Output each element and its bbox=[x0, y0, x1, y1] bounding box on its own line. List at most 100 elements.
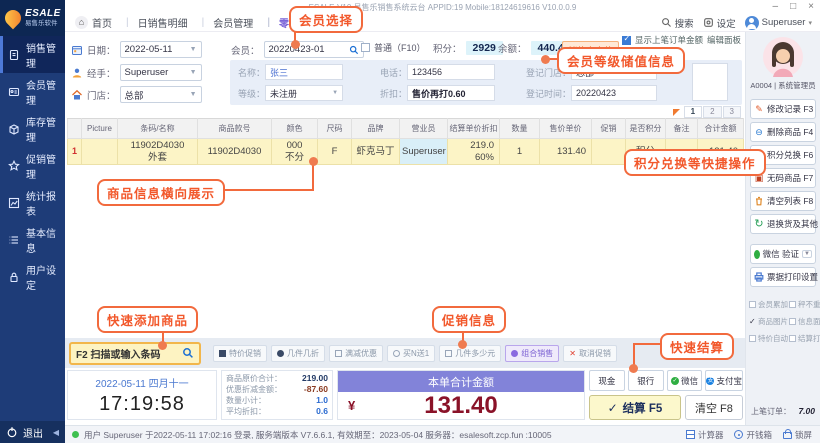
promo-buy-n-get-1[interactable]: 买N送1 bbox=[387, 345, 435, 362]
button-label: 清空列表 F8 bbox=[767, 195, 813, 207]
grid-tab-1[interactable]: 1 bbox=[684, 106, 702, 118]
col-total[interactable]: 合计金额 bbox=[698, 119, 744, 139]
summary-discount-amount: 优惠折减金额：-87.60 bbox=[226, 384, 328, 395]
search-icon[interactable] bbox=[349, 45, 359, 55]
promo-special-price[interactable]: 特价促销 bbox=[213, 345, 267, 362]
clear-button[interactable]: 清空 F8 bbox=[685, 395, 743, 420]
col-size[interactable]: 尺码 bbox=[318, 119, 352, 139]
pay-cash-button[interactable]: 现金 bbox=[589, 370, 625, 391]
grid-tab-2[interactable]: 2 bbox=[703, 106, 721, 118]
col-promo[interactable]: 促销 bbox=[592, 119, 626, 139]
pay-bank-button[interactable]: 银行 bbox=[628, 370, 664, 391]
tab-home[interactable]: ⌂ 首页 bbox=[75, 15, 112, 30]
promo-n-for-amount[interactable]: 几件多少元 bbox=[439, 345, 501, 362]
close-button[interactable]: × bbox=[808, 0, 814, 14]
summary-orig-total: 商品原价合计：219.00 bbox=[226, 373, 328, 384]
promo-spend-save[interactable]: 满减优惠 bbox=[329, 345, 383, 362]
sidebar-item-inventory[interactable]: 库存管理 bbox=[0, 110, 65, 147]
option-settle-print[interactable]: 结算打印 bbox=[789, 333, 820, 344]
member-name-input[interactable]: 张三 bbox=[265, 64, 343, 80]
sidebar-item-reports[interactable]: 统计报表 bbox=[0, 184, 65, 221]
receipt-print-settings-button[interactable]: 票据打印设置 bbox=[750, 267, 816, 287]
edit-panel-link[interactable]: 编辑面板 bbox=[707, 34, 741, 46]
pay-alipay-button[interactable]: 支支付宝 bbox=[705, 370, 743, 391]
checkbox-checked-icon[interactable] bbox=[622, 36, 631, 45]
delete-item-button[interactable]: ⊖删除商品 F4 bbox=[750, 122, 816, 142]
maximize-button[interactable]: □ bbox=[790, 0, 796, 14]
open-drawer-button[interactable]: 开钱箱 bbox=[734, 429, 772, 441]
col-points[interactable]: 是否积分 bbox=[626, 119, 666, 139]
col-style[interactable]: 商品款号 bbox=[198, 119, 272, 139]
calculator-button[interactable]: 计算器 bbox=[686, 429, 724, 441]
collapse-arrow-icon[interactable]: ◀ bbox=[53, 428, 59, 437]
col-picture[interactable]: Picture bbox=[82, 119, 118, 139]
grid-tab-3[interactable]: 3 bbox=[723, 106, 741, 118]
option-special-auto[interactable]: 特价自动 bbox=[749, 333, 788, 344]
normal-mode-option[interactable]: 普通（F10） bbox=[361, 41, 426, 54]
member-phone-input[interactable]: 123456 bbox=[407, 64, 495, 80]
sidebar-item-promotion[interactable]: 促销管理 bbox=[0, 147, 65, 184]
member-level-select[interactable]: 未注册▼ bbox=[265, 85, 343, 101]
username: Superuser bbox=[762, 17, 806, 28]
settings-button[interactable]: 设定 bbox=[703, 16, 736, 30]
chevron-down-icon: ▾ bbox=[808, 19, 812, 27]
tab-daily-sales[interactable]: | 日销售明细 bbox=[126, 15, 188, 30]
promo-cancel[interactable]: ✕取消促销 bbox=[563, 345, 617, 362]
store-select[interactable]: 总部▼ bbox=[120, 86, 202, 103]
checkbox-icon[interactable] bbox=[361, 43, 370, 52]
option-member-accumulate[interactable]: 会员累加 bbox=[749, 299, 788, 310]
cell-barcode-name: 11902D4030 外套 bbox=[118, 139, 198, 165]
checkbox-icon bbox=[789, 318, 796, 325]
chevron-down-icon: ▼ bbox=[190, 91, 197, 98]
handler-select[interactable]: Superuser▼ bbox=[120, 64, 202, 81]
wechat-verify-button[interactable]: 微信 验证▼ bbox=[750, 244, 816, 264]
option-product-image[interactable]: ✓商品图片 bbox=[749, 316, 788, 327]
pay-wechat-button[interactable]: ✓微信 bbox=[667, 370, 703, 391]
promo-label: 买N送1 bbox=[403, 348, 429, 359]
option-scale-no-repeat[interactable]: 秤不重复 bbox=[789, 299, 820, 310]
col-clerk[interactable]: 营业员 bbox=[400, 119, 448, 139]
returns-other-button[interactable]: ↻退换货及其他 bbox=[750, 214, 816, 234]
settle-button[interactable]: ✓结算 F5 bbox=[589, 395, 681, 420]
promo-icon bbox=[335, 350, 342, 357]
online-status-icon bbox=[72, 431, 79, 438]
search-icon[interactable] bbox=[182, 347, 194, 359]
minimize-button[interactable]: – bbox=[773, 0, 779, 14]
search-button[interactable]: 搜索 bbox=[661, 16, 694, 30]
member-discount-value: 售价再打0.60 bbox=[412, 87, 466, 100]
col-barcode-name[interactable]: 条码/名称 bbox=[118, 119, 198, 139]
points-label: 积分： bbox=[433, 41, 462, 55]
option-checkboxes: 会员累加 秤不重复 ✓商品图片 信息面板 特价自动 结算打印 bbox=[749, 299, 817, 344]
lock-screen-button[interactable]: 锁屏 bbox=[783, 429, 812, 441]
exit-button[interactable]: 退出 ◀ bbox=[0, 421, 65, 443]
barcode-input[interactable]: F2 扫描或输入条码 bbox=[69, 342, 201, 365]
user-menu[interactable]: Superuser ▾ bbox=[745, 16, 812, 30]
sidebar-item-sales[interactable]: 销售管理 bbox=[0, 36, 65, 73]
show-last-order-option[interactable]: 显示上笔订单金额 编辑面板 bbox=[622, 34, 741, 46]
sidebar-item-basic-info[interactable]: 基本信息 bbox=[0, 221, 65, 258]
col-unit-price[interactable]: 售价单价 bbox=[540, 119, 592, 139]
member-input[interactable]: 20220423-01 bbox=[264, 41, 364, 58]
option-label: 特价自动 bbox=[758, 333, 788, 344]
tab-member-management[interactable]: | 会员管理 bbox=[202, 15, 254, 30]
checkbox-icon bbox=[789, 301, 796, 308]
col-qty[interactable]: 数量 bbox=[500, 119, 540, 139]
annotation-dot bbox=[629, 364, 638, 373]
edit-record-button[interactable]: ✎修改记录 F3 bbox=[750, 99, 816, 119]
sidebar-item-label: 销售管理 bbox=[26, 40, 65, 70]
option-info-panel[interactable]: 信息面板 bbox=[789, 316, 820, 327]
col-brand[interactable]: 品牌 bbox=[352, 119, 400, 139]
payment-area: 现金 银行 ✓微信 支支付宝 ✓结算 F5 清空 F8 bbox=[589, 370, 743, 420]
tool-label: 锁屏 bbox=[795, 429, 812, 441]
sidebar-item-members[interactable]: 会员管理 bbox=[0, 73, 65, 110]
date-select[interactable]: 2022-05-11▼ bbox=[120, 41, 202, 58]
col-price-discount[interactable]: 结算单价折扣 bbox=[448, 119, 500, 139]
col-color[interactable]: 颜色 bbox=[272, 119, 318, 139]
col-remark[interactable]: 备注 bbox=[666, 119, 698, 139]
promo-combo-sale[interactable]: 组合销售 bbox=[505, 345, 559, 362]
clear-list-button[interactable]: 清空列表 F8 bbox=[750, 191, 816, 211]
sidebar-item-user-settings[interactable]: 用户设定 bbox=[0, 258, 65, 295]
cell-size: F bbox=[318, 139, 352, 165]
chevron-down-icon[interactable]: ▼ bbox=[802, 250, 812, 258]
promo-qty-discount[interactable]: 几件几折 bbox=[271, 345, 325, 362]
